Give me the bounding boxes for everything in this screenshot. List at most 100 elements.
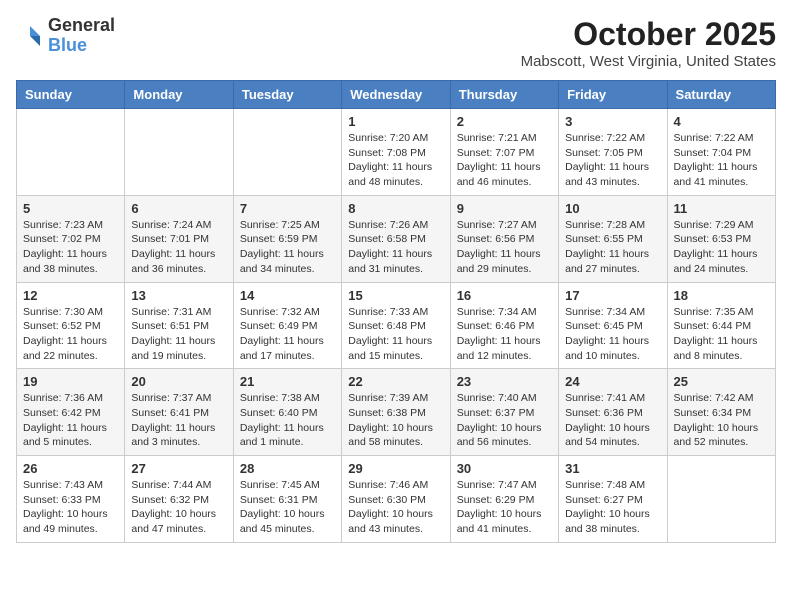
calendar-cell: 19 Sunrise: 7:36 AM Sunset: 6:42 PM Dayli… — [17, 369, 125, 456]
calendar-cell: 7Sunrise: 7:25 AM Sunset: 6:59 PM Daylig… — [233, 195, 341, 282]
day-number: 8 — [348, 201, 443, 216]
day-number: 25 — [674, 374, 769, 389]
calendar-cell: 16 Sunrise: 7:34 AM Sunset: 6:46 PM Dayli… — [450, 282, 558, 369]
day-number: 30 — [457, 461, 552, 476]
calendar-cell: 17 Sunrise: 7:34 AM Sunset: 6:45 PM Dayli… — [559, 282, 667, 369]
calendar-cell — [667, 456, 775, 543]
day-info: Sunrise: 7:39 AM Sunset: 6:38 PM Dayligh… — [348, 391, 443, 450]
weekday-header-friday: Friday — [559, 81, 667, 109]
calendar-body: 1Sunrise: 7:20 AM Sunset: 7:08 PM Daylig… — [17, 109, 776, 543]
day-info: Sunrise: 7:34 AM Sunset: 6:45 PM Dayligh… — [565, 305, 660, 364]
calendar-cell: 13 Sunrise: 7:31 AM Sunset: 6:51 PM Dayli… — [125, 282, 233, 369]
calendar-cell: 12 Sunrise: 7:30 AM Sunset: 6:52 PM Dayli… — [17, 282, 125, 369]
day-info: Sunrise: 7:31 AM Sunset: 6:51 PM Dayligh… — [131, 305, 226, 364]
day-info: Sunrise: 7:44 AM Sunset: 6:32 PM Dayligh… — [131, 478, 226, 537]
day-info: Sunrise: 7:30 AM Sunset: 6:52 PM Dayligh… — [23, 305, 118, 364]
calendar-cell: 11 Sunrise: 7:29 AM Sunset: 6:53 PM Dayli… — [667, 195, 775, 282]
day-number: 28 — [240, 461, 335, 476]
weekday-header-monday: Monday — [125, 81, 233, 109]
day-info: Sunrise: 7:38 AM Sunset: 6:40 PM Dayligh… — [240, 391, 335, 450]
day-info: Sunrise: 7:27 AM Sunset: 6:56 PM Dayligh… — [457, 218, 552, 277]
calendar-week-row: 12 Sunrise: 7:30 AM Sunset: 6:52 PM Dayli… — [17, 282, 776, 369]
weekday-header-saturday: Saturday — [667, 81, 775, 109]
day-number: 14 — [240, 288, 335, 303]
weekday-row: SundayMondayTuesdayWednesdayThursdayFrid… — [17, 81, 776, 109]
calendar-cell: 6 Sunrise: 7:24 AM Sunset: 7:01 PM Daylig… — [125, 195, 233, 282]
day-number: 6 — [131, 201, 226, 216]
day-info: Sunrise: 7:48 AM Sunset: 6:27 PM Dayligh… — [565, 478, 660, 537]
calendar-header: SundayMondayTuesdayWednesdayThursdayFrid… — [17, 81, 776, 109]
day-number: 4 — [674, 114, 769, 129]
day-info: Sunrise: 7:40 AM Sunset: 6:37 PM Dayligh… — [457, 391, 552, 450]
logo-general-text: General — [48, 16, 115, 36]
day-info: Sunrise: 7:46 AM Sunset: 6:30 PM Dayligh… — [348, 478, 443, 537]
day-info: Sunrise: 7:35 AM Sunset: 6:44 PM Dayligh… — [674, 305, 769, 364]
day-info: Sunrise: 7:24 AM Sunset: 7:01 PM Dayligh… — [131, 218, 226, 277]
day-info: Sunrise: 7:41 AM Sunset: 6:36 PM Dayligh… — [565, 391, 660, 450]
calendar-cell: 26 Sunrise: 7:43 AM Sunset: 6:33 PM Dayli… — [17, 456, 125, 543]
calendar-week-row: 26 Sunrise: 7:43 AM Sunset: 6:33 PM Dayli… — [17, 456, 776, 543]
logo-blue-text: Blue — [48, 36, 115, 56]
calendar-cell: 31Sunrise: 7:48 AM Sunset: 6:27 PM Dayli… — [559, 456, 667, 543]
calendar-week-row: 19 Sunrise: 7:36 AM Sunset: 6:42 PM Dayli… — [17, 369, 776, 456]
day-number: 11 — [674, 201, 769, 216]
calendar-cell: 5 Sunrise: 7:23 AM Sunset: 7:02 PM Daylig… — [17, 195, 125, 282]
day-number: 15 — [348, 288, 443, 303]
logo: General Blue — [16, 16, 115, 56]
weekday-header-tuesday: Tuesday — [233, 81, 341, 109]
weekday-header-thursday: Thursday — [450, 81, 558, 109]
day-info: Sunrise: 7:23 AM Sunset: 7:02 PM Dayligh… — [23, 218, 118, 277]
day-info: Sunrise: 7:43 AM Sunset: 6:33 PM Dayligh… — [23, 478, 118, 537]
day-info: Sunrise: 7:22 AM Sunset: 7:04 PM Dayligh… — [674, 131, 769, 190]
day-number: 24 — [565, 374, 660, 389]
location: Mabscott, West Virginia, United States — [521, 53, 776, 70]
day-number: 16 — [457, 288, 552, 303]
day-info: Sunrise: 7:47 AM Sunset: 6:29 PM Dayligh… — [457, 478, 552, 537]
day-number: 3 — [565, 114, 660, 129]
day-number: 12 — [23, 288, 118, 303]
page-header: General Blue October 2025 Mabscott, West… — [16, 16, 776, 70]
calendar-cell: 14Sunrise: 7:32 AM Sunset: 6:49 PM Dayli… — [233, 282, 341, 369]
day-number: 19 — [23, 374, 118, 389]
calendar-cell — [17, 109, 125, 196]
day-info: Sunrise: 7:36 AM Sunset: 6:42 PM Dayligh… — [23, 391, 118, 450]
day-info: Sunrise: 7:29 AM Sunset: 6:53 PM Dayligh… — [674, 218, 769, 277]
day-number: 22 — [348, 374, 443, 389]
day-number: 17 — [565, 288, 660, 303]
day-info: Sunrise: 7:33 AM Sunset: 6:48 PM Dayligh… — [348, 305, 443, 364]
calendar-cell: 21Sunrise: 7:38 AM Sunset: 6:40 PM Dayli… — [233, 369, 341, 456]
day-info: Sunrise: 7:45 AM Sunset: 6:31 PM Dayligh… — [240, 478, 335, 537]
logo-icon — [16, 22, 44, 50]
calendar-cell: 15 Sunrise: 7:33 AM Sunset: 6:48 PM Dayli… — [342, 282, 450, 369]
calendar-cell: 18 Sunrise: 7:35 AM Sunset: 6:44 PM Dayli… — [667, 282, 775, 369]
title-block: October 2025 Mabscott, West Virginia, Un… — [521, 16, 776, 70]
calendar-week-row: 5 Sunrise: 7:23 AM Sunset: 7:02 PM Daylig… — [17, 195, 776, 282]
calendar-cell: 27Sunrise: 7:44 AM Sunset: 6:32 PM Dayli… — [125, 456, 233, 543]
month-title: October 2025 — [521, 16, 776, 53]
weekday-header-sunday: Sunday — [17, 81, 125, 109]
weekday-header-wednesday: Wednesday — [342, 81, 450, 109]
calendar-cell: 8Sunrise: 7:26 AM Sunset: 6:58 PM Daylig… — [342, 195, 450, 282]
day-number: 5 — [23, 201, 118, 216]
calendar-cell: 23 Sunrise: 7:40 AM Sunset: 6:37 PM Dayli… — [450, 369, 558, 456]
day-info: Sunrise: 7:20 AM Sunset: 7:08 PM Dayligh… — [348, 131, 443, 190]
day-number: 18 — [674, 288, 769, 303]
day-number: 20 — [131, 374, 226, 389]
calendar-cell: 30 Sunrise: 7:47 AM Sunset: 6:29 PM Dayli… — [450, 456, 558, 543]
calendar-cell: 3 Sunrise: 7:22 AM Sunset: 7:05 PM Daylig… — [559, 109, 667, 196]
calendar-cell: 10Sunrise: 7:28 AM Sunset: 6:55 PM Dayli… — [559, 195, 667, 282]
calendar-cell: 1Sunrise: 7:20 AM Sunset: 7:08 PM Daylig… — [342, 109, 450, 196]
calendar-cell: 29Sunrise: 7:46 AM Sunset: 6:30 PM Dayli… — [342, 456, 450, 543]
day-number: 23 — [457, 374, 552, 389]
calendar-cell: 25Sunrise: 7:42 AM Sunset: 6:34 PM Dayli… — [667, 369, 775, 456]
day-number: 13 — [131, 288, 226, 303]
calendar-cell: 9Sunrise: 7:27 AM Sunset: 6:56 PM Daylig… — [450, 195, 558, 282]
day-info: Sunrise: 7:21 AM Sunset: 7:07 PM Dayligh… — [457, 131, 552, 190]
day-number: 10 — [565, 201, 660, 216]
day-info: Sunrise: 7:34 AM Sunset: 6:46 PM Dayligh… — [457, 305, 552, 364]
day-info: Sunrise: 7:37 AM Sunset: 6:41 PM Dayligh… — [131, 391, 226, 450]
day-info: Sunrise: 7:22 AM Sunset: 7:05 PM Dayligh… — [565, 131, 660, 190]
day-number: 26 — [23, 461, 118, 476]
calendar-cell — [233, 109, 341, 196]
calendar-table: SundayMondayTuesdayWednesdayThursdayFrid… — [16, 80, 776, 543]
